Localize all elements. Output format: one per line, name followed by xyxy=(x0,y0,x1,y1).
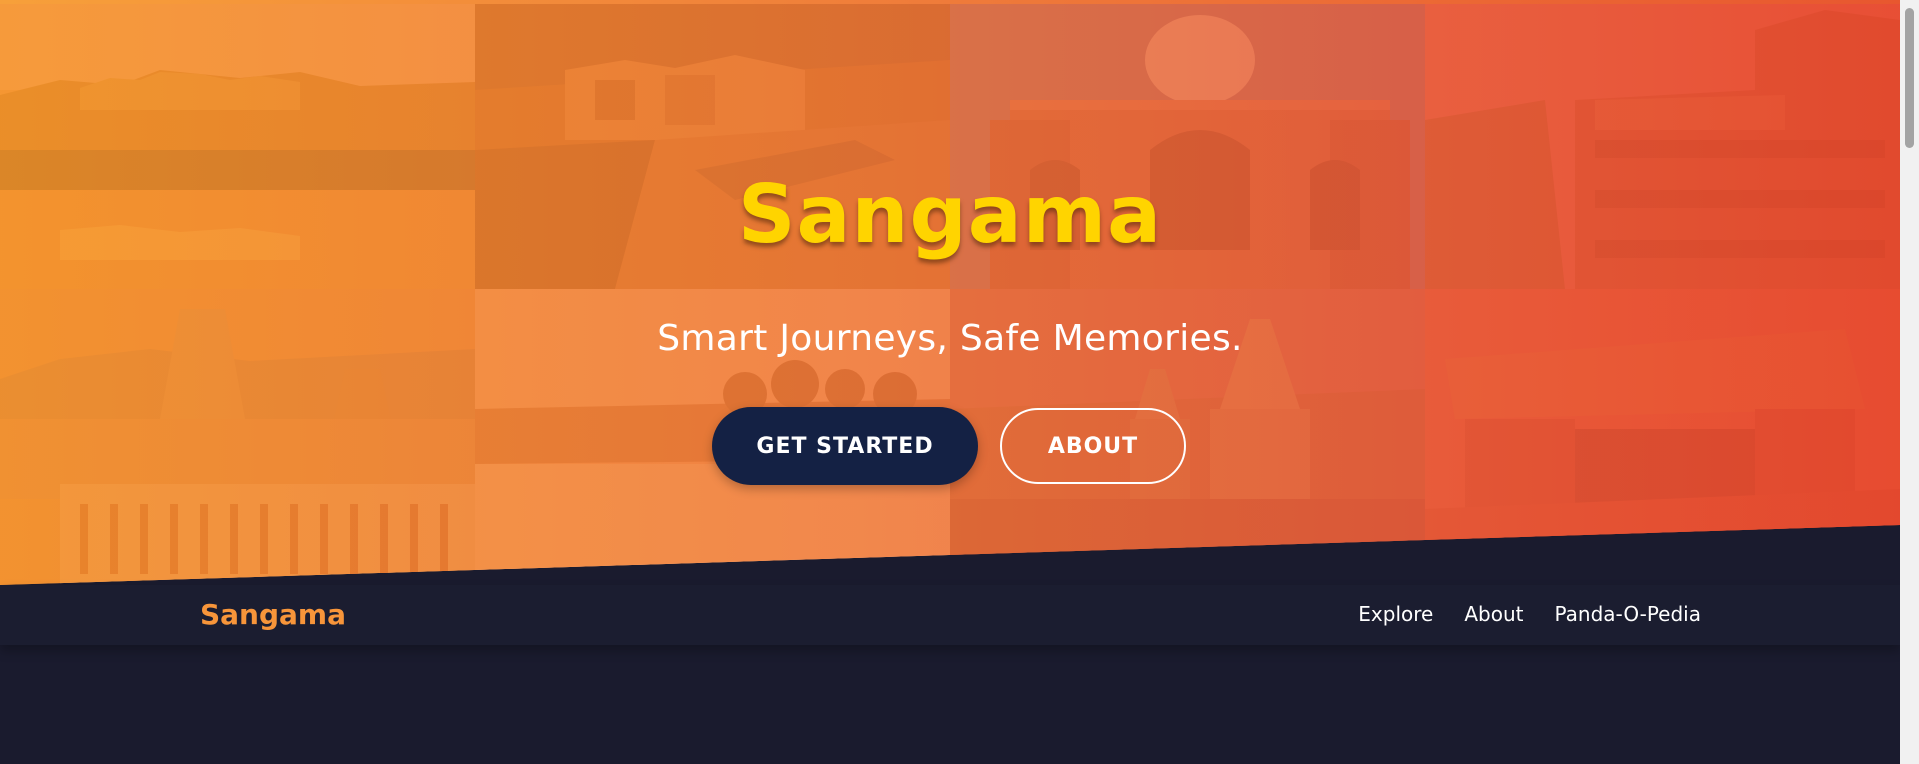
get-started-button[interactable]: GET STARTED xyxy=(712,407,978,485)
hero-image-grid xyxy=(0,0,1900,585)
hero-top-accent xyxy=(0,0,1900,4)
hero-buttons: GET STARTED ABOUT xyxy=(712,407,1186,485)
hero-title: Sangama xyxy=(737,168,1163,261)
page: Sangama Smart Journeys, Safe Memories. G… xyxy=(0,0,1919,764)
nav-link-panda-o-pedia[interactable]: Panda-O-Pedia xyxy=(1555,602,1702,626)
about-button[interactable]: ABOUT xyxy=(1000,408,1186,484)
nav-link-explore[interactable]: Explore xyxy=(1358,602,1433,626)
navbar: Sangama Explore About Panda-O-Pedia xyxy=(0,585,1900,645)
nav-link-about[interactable]: About xyxy=(1464,602,1523,626)
vertical-scrollbar[interactable] xyxy=(1900,0,1919,764)
hero-subtitle: Smart Journeys, Safe Memories. xyxy=(657,318,1243,359)
nav-links: Explore About Panda-O-Pedia xyxy=(1358,602,1701,626)
brand-logo[interactable]: Sangama xyxy=(200,598,346,631)
hero-section: Sangama Smart Journeys, Safe Memories. G… xyxy=(0,0,1900,585)
scrollbar-thumb[interactable] xyxy=(1905,8,1914,148)
